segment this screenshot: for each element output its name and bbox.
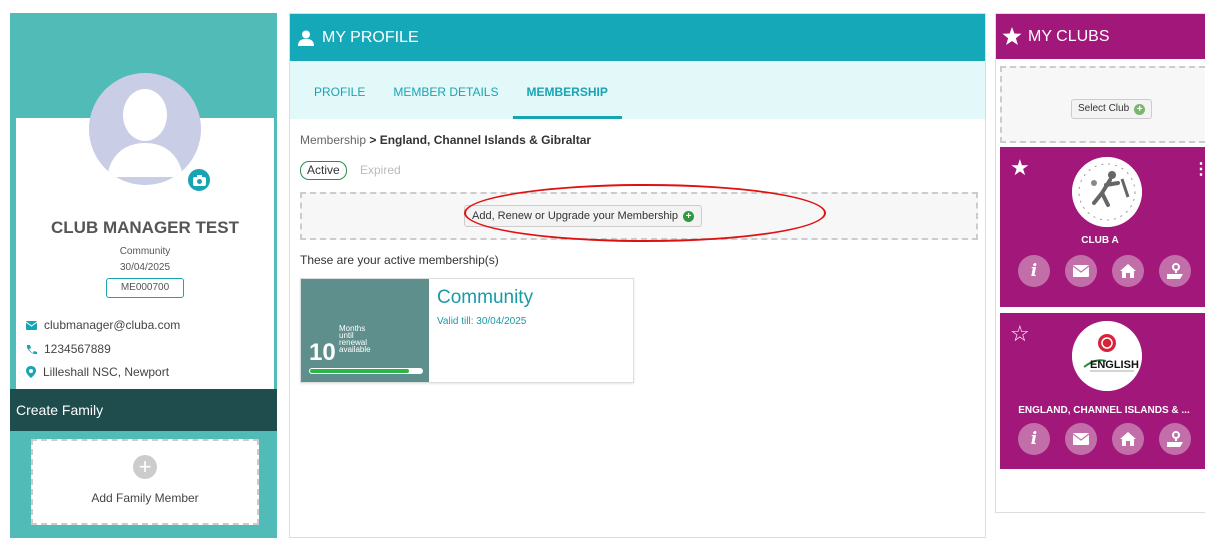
map-location-icon[interactable] bbox=[1159, 423, 1191, 455]
home-icon[interactable] bbox=[1112, 423, 1144, 455]
club-actions: i bbox=[1018, 255, 1191, 287]
favorite-star-outline-icon[interactable]: ☆ bbox=[1010, 321, 1030, 347]
email-text[interactable]: clubmanager@cluba.com bbox=[44, 318, 180, 332]
mail-icon[interactable] bbox=[1065, 423, 1097, 455]
membership-expiry: 30/04/2025 bbox=[119, 262, 171, 273]
my-profile-header: MY PROFILE bbox=[290, 14, 985, 61]
add-family-member-button[interactable]: + Add Family Member bbox=[31, 439, 259, 525]
club-a-logo bbox=[1072, 157, 1142, 227]
filter-expired[interactable]: Expired bbox=[360, 163, 401, 177]
club-name: CLUB A bbox=[1081, 235, 1119, 246]
annotation-circle bbox=[464, 184, 826, 242]
membership-card-valid: Valid till: 30/04/2025 bbox=[437, 316, 527, 327]
profile-card: CLUB MANAGER TEST Community 30/04/2025 M… bbox=[16, 73, 274, 392]
more-menu-icon[interactable]: ⋮ bbox=[1193, 159, 1205, 179]
home-icon[interactable] bbox=[1112, 255, 1144, 287]
membership-type: Community bbox=[119, 246, 171, 257]
tab-membership[interactable]: MEMBERSHIP bbox=[512, 61, 622, 119]
my-clubs-header: MY CLUBS bbox=[996, 14, 1205, 59]
my-clubs-title: MY CLUBS bbox=[1028, 27, 1110, 45]
breadcrumb: Membership > England, Channel Islands & … bbox=[300, 133, 591, 147]
mail-icon[interactable] bbox=[1065, 255, 1097, 287]
map-pin-icon bbox=[26, 366, 36, 378]
phone-text: 1234567889 bbox=[44, 342, 111, 356]
camera-icon[interactable] bbox=[186, 167, 212, 193]
svg-text:ENGLISH: ENGLISH bbox=[1090, 359, 1139, 371]
breadcrumb-root[interactable]: Membership bbox=[300, 133, 366, 147]
info-icon[interactable]: i bbox=[1018, 423, 1050, 455]
select-club-label: Select Club bbox=[1078, 103, 1130, 114]
profile-tabs: PROFILE MEMBER DETAILS MEMBERSHIP bbox=[290, 61, 985, 119]
active-memberships-heading: These are your active membership(s) bbox=[300, 253, 499, 267]
plus-icon: + bbox=[133, 455, 157, 479]
breadcrumb-current: England, Channel Islands & Gibraltar bbox=[379, 133, 592, 147]
membership-card[interactable]: Months until renewal available 10 Commun… bbox=[300, 278, 634, 383]
select-club-button[interactable]: Select Club + bbox=[1071, 99, 1153, 119]
club-card-club-a[interactable]: ★ ⋮ CLUB A i bbox=[1000, 147, 1205, 307]
phone-icon bbox=[26, 344, 37, 354]
renewal-progress-bar bbox=[309, 368, 423, 374]
star-icon bbox=[1002, 27, 1022, 45]
club-card-england[interactable]: ☆ ENGLISH ENGLAND, CHANNEL ISLANDS & ...… bbox=[1000, 313, 1205, 469]
filter-active[interactable]: Active bbox=[300, 161, 347, 180]
avatar bbox=[89, 73, 201, 185]
months-count: 10 bbox=[309, 339, 336, 366]
email-row: clubmanager@cluba.com bbox=[26, 318, 180, 332]
tab-member-details[interactable]: MEMBER DETAILS bbox=[379, 61, 512, 119]
my-profile-panel: MY PROFILE PROFILE MEMBER DETAILS MEMBER… bbox=[289, 13, 986, 538]
club-name: ENGLAND, CHANNEL ISLANDS & ... bbox=[1018, 405, 1190, 416]
membership-card-title: Community bbox=[437, 287, 534, 308]
club-actions: i bbox=[1018, 423, 1191, 455]
member-id-badge: ME000700 bbox=[106, 278, 184, 298]
my-clubs-panel: MY CLUBS Select Club + ★ ⋮ CLUB A i bbox=[995, 13, 1205, 513]
tab-profile[interactable]: PROFILE bbox=[300, 61, 379, 119]
location-text: Lilleshall NSC, Newport bbox=[43, 365, 170, 379]
plus-circle-icon: + bbox=[1134, 103, 1146, 115]
page-title: MY PROFILE bbox=[322, 28, 419, 46]
info-icon[interactable]: i bbox=[1018, 255, 1050, 287]
location-row: Lilleshall NSC, Newport bbox=[26, 365, 169, 379]
renewal-countdown: Months until renewal available 10 bbox=[301, 279, 429, 382]
user-icon bbox=[298, 30, 314, 46]
renewal-label: Months until renewal available bbox=[339, 324, 371, 354]
profile-name: CLUB MANAGER TEST bbox=[51, 218, 239, 237]
favorite-star-filled-icon[interactable]: ★ bbox=[1010, 155, 1030, 181]
add-family-member-label: Add Family Member bbox=[91, 491, 199, 505]
phone-row: 1234567889 bbox=[26, 342, 111, 356]
profile-sidebar: CLUB MANAGER TEST Community 30/04/2025 M… bbox=[10, 13, 277, 538]
breadcrumb-separator: > bbox=[366, 133, 380, 147]
renewal-progress-fill bbox=[310, 369, 409, 373]
create-family-header: Create Family bbox=[10, 389, 277, 431]
select-club-area: Select Club + bbox=[1000, 66, 1205, 143]
envelope-icon bbox=[26, 320, 37, 330]
map-location-icon[interactable] bbox=[1159, 255, 1191, 287]
english-gymnastics-logo: ENGLISH bbox=[1072, 321, 1142, 391]
